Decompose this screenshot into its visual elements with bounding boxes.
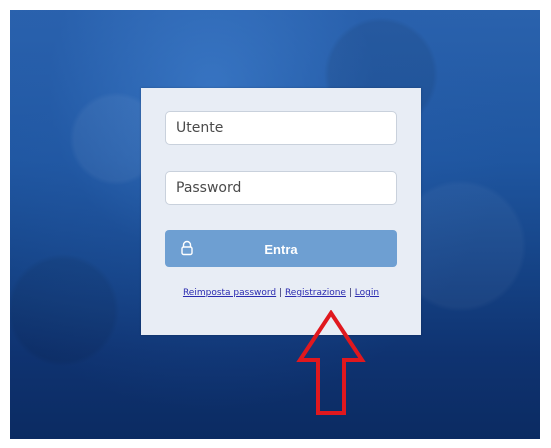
username-input[interactable] [165,111,397,145]
enter-button-label: Entra [264,242,298,257]
account-links: Reimposta password | Registrazione | Log… [141,288,421,298]
login-card: Entra Reimposta password | Registrazione… [141,88,421,335]
password-input[interactable] [165,171,397,205]
reset-password-link[interactable]: Reimposta password [183,288,276,298]
enter-button[interactable]: Entra [165,230,397,267]
login-screen: Entra Reimposta password | Registrazione… [10,10,540,439]
link-separator: | [279,288,283,298]
link-separator: | [348,288,352,298]
red-arrow-up-icon [296,310,366,415]
register-link[interactable]: Registrazione [285,288,346,298]
lock-icon [181,240,193,256]
login-link[interactable]: Login [355,288,379,298]
